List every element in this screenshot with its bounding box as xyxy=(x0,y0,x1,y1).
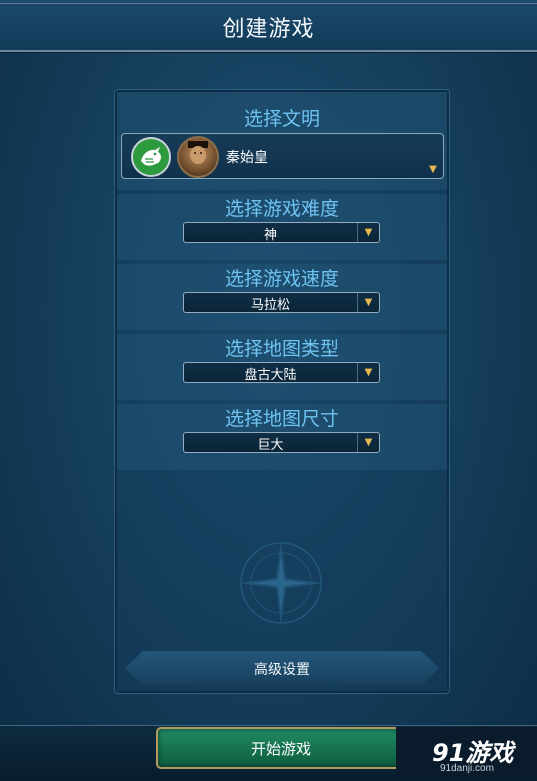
chevron-down-icon[interactable]: ▼ xyxy=(426,165,440,175)
map-size-value: 巨大 xyxy=(257,438,284,453)
watermark-url: 91danji.com xyxy=(440,763,494,774)
civilization-name: 秦始皇 xyxy=(226,150,268,166)
difficulty-heading: 选择游戏难度 xyxy=(224,198,339,220)
chevron-down-icon[interactable]: ▼ xyxy=(357,223,379,242)
leader-portrait-icon xyxy=(177,136,219,178)
page-title: 创建游戏 xyxy=(222,17,315,42)
map-size-heading: 选择地图尺寸 xyxy=(224,408,339,430)
title-bar: 创建游戏 xyxy=(0,0,537,52)
speed-dropdown[interactable]: 马拉松 ▼ xyxy=(183,292,380,313)
start-game-button[interactable]: 开始游戏 xyxy=(156,727,406,769)
chevron-down-icon[interactable]: ▼ xyxy=(357,363,379,382)
chevron-down-icon[interactable]: ▼ xyxy=(357,293,379,312)
title-bar-divider xyxy=(0,3,537,4)
advanced-settings-button[interactable]: 高级设置 xyxy=(125,651,439,686)
map-type-value: 盘古大陆 xyxy=(244,368,297,383)
compass-rose-icon xyxy=(239,541,323,625)
map-size-dropdown[interactable]: 巨大 ▼ xyxy=(183,432,380,453)
civilization-select[interactable]: 秦始皇 ▼ xyxy=(121,133,444,179)
map-type-heading: 选择地图类型 xyxy=(224,338,339,360)
start-game-label: 开始游戏 xyxy=(250,740,311,758)
speed-value: 马拉松 xyxy=(250,298,290,313)
chevron-down-icon[interactable]: ▼ xyxy=(357,433,379,452)
game-setup-panel: 选择文明 秦始皇 ▼ 选择游戏难度 神 ▼ 选择游戏速度 马拉松 ▼ 选择地图类… xyxy=(114,89,450,694)
advanced-settings-label: 高级设置 xyxy=(254,662,310,678)
site-watermark: 91游戏 91danji.com xyxy=(396,727,537,780)
difficulty-value: 神 xyxy=(263,228,277,243)
civilization-heading: 选择文明 xyxy=(243,108,320,130)
map-type-dropdown[interactable]: 盘古大陆 ▼ xyxy=(183,362,380,383)
difficulty-dropdown[interactable]: 神 ▼ xyxy=(183,222,380,243)
dragon-emblem-icon xyxy=(131,137,171,177)
speed-heading: 选择游戏速度 xyxy=(224,268,339,290)
